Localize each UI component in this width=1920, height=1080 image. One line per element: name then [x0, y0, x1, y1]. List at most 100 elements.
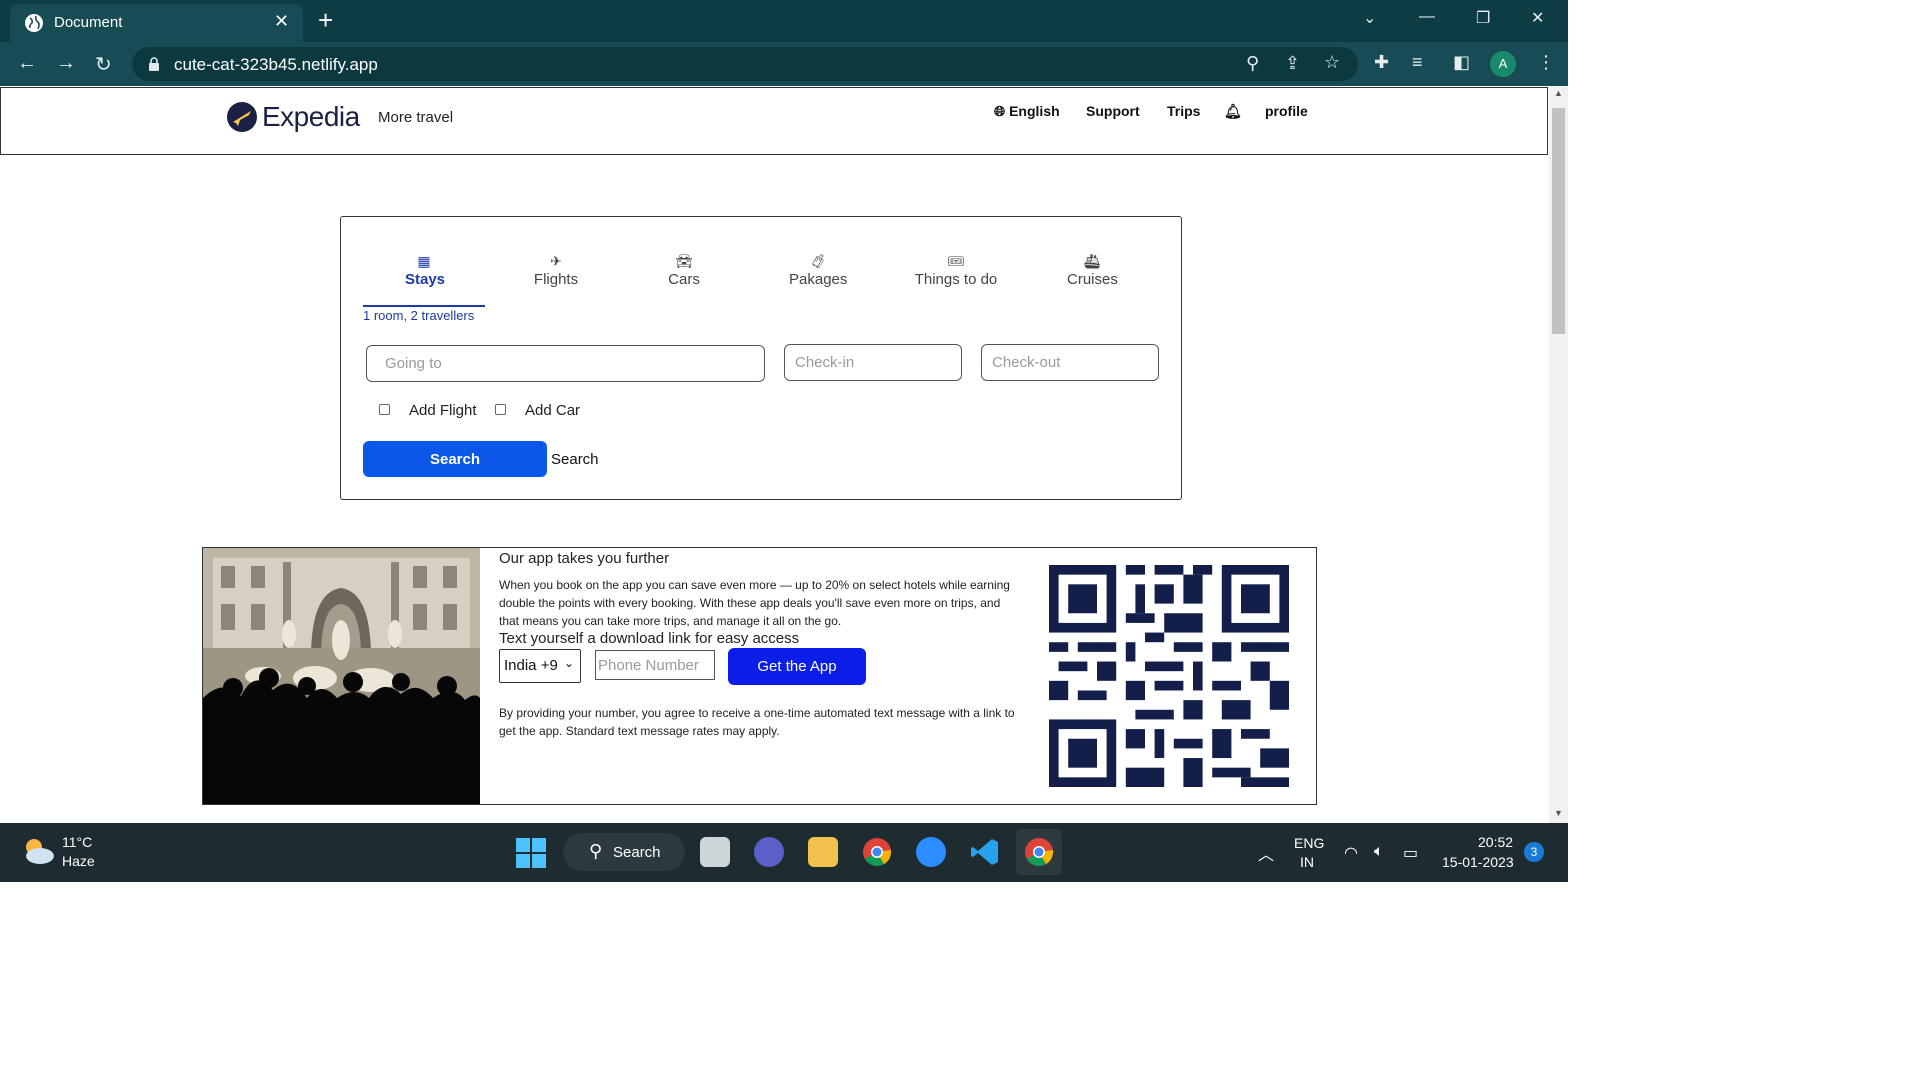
- qr-code: [1049, 565, 1289, 787]
- add-car-label: Add Car: [525, 402, 581, 419]
- support-link[interactable]: Support: [1086, 103, 1140, 119]
- weather-temp: 11°C: [62, 834, 93, 850]
- task-view-icon[interactable]: [700, 837, 730, 867]
- close-tab-icon[interactable]: ✕: [274, 11, 289, 32]
- search-button[interactable]: Search: [363, 441, 547, 477]
- country-code-value: India +9: [504, 657, 558, 674]
- menu-kebab-icon[interactable]: ⋮: [1537, 52, 1555, 73]
- profile-link[interactable]: profile: [1265, 103, 1308, 119]
- taskbar-search-label: Search: [613, 844, 661, 861]
- phone-number-input[interactable]: [595, 650, 715, 680]
- country-code-select[interactable]: India +9 ⌄: [499, 649, 581, 683]
- site-header: Expedia More travel 🌐︎ English Support T…: [0, 87, 1548, 155]
- ticket-icon: 🎟︎: [947, 253, 965, 269]
- zoom-icon[interactable]: ⚲: [1246, 53, 1259, 74]
- scroll-up-icon[interactable]: ▲: [1554, 88, 1563, 98]
- check-in-input[interactable]: [784, 344, 962, 381]
- scroll-thumb[interactable]: [1552, 108, 1565, 334]
- tab-cars[interactable]: 🚘︎ Cars: [667, 253, 701, 288]
- check-out-input[interactable]: [981, 344, 1159, 381]
- promo-legal-text: By providing your number, you agree to r…: [499, 706, 1015, 738]
- volume-icon[interactable]: 🔈︎: [1374, 843, 1384, 861]
- forward-icon[interactable]: →: [56, 52, 76, 75]
- language-secondary: IN: [1300, 854, 1314, 870]
- search-text: Search: [551, 451, 599, 468]
- side-panel-icon[interactable]: ◧: [1453, 52, 1470, 73]
- chrome-profile-icon: [1025, 838, 1054, 866]
- zoom-icon[interactable]: [916, 837, 946, 867]
- browser-tab[interactable]: Document ✕: [10, 4, 303, 42]
- tab-label: Flights: [533, 271, 579, 288]
- clock-time[interactable]: 20:52: [1478, 834, 1513, 850]
- app-promo-section: Our app takes you further When you book …: [202, 547, 1317, 805]
- share-icon[interactable]: ⇪: [1285, 53, 1300, 74]
- search-card: ▦ Stays ✈ Flights 🚘︎ Cars 🧳︎ Pakages 🎟︎ …: [340, 216, 1182, 500]
- notification-badge[interactable]: 3: [1524, 842, 1544, 862]
- more-travel-link[interactable]: More travel: [378, 109, 453, 126]
- address-bar[interactable]: cute-cat-323b45.netlify.app ⚲ ⇪ ☆: [132, 47, 1358, 81]
- expedia-logo-icon[interactable]: [227, 102, 257, 132]
- ship-icon: 🚢︎: [1083, 253, 1101, 269]
- new-tab-icon[interactable]: +: [318, 5, 333, 36]
- going-to-input[interactable]: [366, 345, 765, 382]
- restore-icon[interactable]: ❐: [1476, 8, 1490, 28]
- taskbar-search[interactable]: ⚲ Search: [563, 833, 685, 871]
- reload-icon[interactable]: ↻: [95, 52, 112, 77]
- language-primary[interactable]: ENG: [1294, 835, 1324, 851]
- profile-avatar[interactable]: A: [1490, 51, 1516, 77]
- chat-icon[interactable]: [754, 837, 784, 867]
- bell-icon[interactable]: 🔔︎: [1224, 103, 1242, 120]
- star-icon[interactable]: ☆: [1324, 52, 1340, 73]
- fountain-photo: [203, 548, 480, 804]
- tab-cruises[interactable]: 🚢︎ Cruises: [1067, 253, 1118, 288]
- tab-title: Document: [54, 14, 123, 31]
- file-explorer-icon[interactable]: [808, 837, 838, 867]
- scroll-down-icon[interactable]: ▼: [1554, 808, 1563, 818]
- suitcase-icon: 🧳︎: [809, 253, 827, 269]
- url-text: cute-cat-323b45.netlify.app: [174, 55, 378, 74]
- promo-description: When you book on the app you can save ev…: [499, 578, 1010, 628]
- hotel-icon: ▦: [417, 253, 431, 269]
- tab-label: Stays: [405, 271, 446, 288]
- tab-label: Cruises: [1067, 271, 1118, 288]
- battery-icon[interactable]: ▭: [1403, 843, 1418, 863]
- weather-icon[interactable]: [20, 835, 56, 867]
- tab-things-to-do[interactable]: 🎟︎ Things to do: [913, 253, 999, 288]
- car-icon: 🚘︎: [675, 253, 693, 269]
- promo-text-yourself-label: Text yourself a download link for easy a…: [499, 630, 800, 647]
- plane-icon: ✈: [550, 253, 562, 269]
- tab-label: Pakages: [789, 271, 848, 288]
- tab-packages[interactable]: 🧳︎ Pakages: [789, 253, 847, 288]
- close-window-icon[interactable]: ✕: [1531, 8, 1544, 28]
- rooms-travellers-link[interactable]: 1 room, 2 travellers: [363, 308, 474, 323]
- clock-date[interactable]: 15-01-2023: [1442, 854, 1514, 870]
- language-link[interactable]: 🌐︎ English: [994, 103, 1060, 120]
- globe-icon: 🌐︎: [994, 103, 1006, 119]
- chrome-active-app[interactable]: [1016, 829, 1062, 875]
- brand-name[interactable]: Expedia: [262, 101, 360, 133]
- chevron-down-icon: ⌄: [564, 656, 575, 670]
- vscode-icon[interactable]: [970, 837, 1000, 867]
- tab-label: Things to do: [914, 271, 998, 288]
- chrome-icon[interactable]: [862, 837, 892, 867]
- search-icon: ⚲: [589, 841, 603, 861]
- minimize-icon[interactable]: —: [1419, 8, 1435, 26]
- plane-icon: [233, 111, 251, 126]
- tab-flights[interactable]: ✈ Flights: [531, 253, 581, 288]
- trips-link[interactable]: Trips: [1167, 103, 1200, 119]
- media-icon[interactable]: ≡: [1412, 52, 1423, 73]
- promo-title: Our app takes you further: [499, 550, 670, 567]
- extensions-icon[interactable]: ✚: [1374, 52, 1389, 73]
- page-scrollbar[interactable]: ▲ ▼: [1549, 86, 1568, 823]
- show-hidden-icons-chevron-icon[interactable]: ︿: [1258, 841, 1274, 865]
- tab-search-chevron-icon[interactable]: ⌄: [1363, 8, 1376, 28]
- tab-label: Cars: [668, 271, 700, 288]
- back-icon[interactable]: ←: [17, 52, 37, 75]
- windows-start-icon[interactable]: [516, 838, 546, 868]
- get-the-app-button[interactable]: Get the App: [728, 648, 866, 685]
- wifi-icon[interactable]: ◠: [1344, 843, 1358, 863]
- add-flight-checkbox[interactable]: [379, 404, 390, 415]
- windows-taskbar: 11°C Haze ⚲ Search ︿ ENG IN ◠ 🔈︎ ▭ 20:52…: [0, 823, 1568, 882]
- tab-stays[interactable]: ▦ Stays: [405, 253, 446, 288]
- add-car-checkbox[interactable]: [495, 404, 506, 415]
